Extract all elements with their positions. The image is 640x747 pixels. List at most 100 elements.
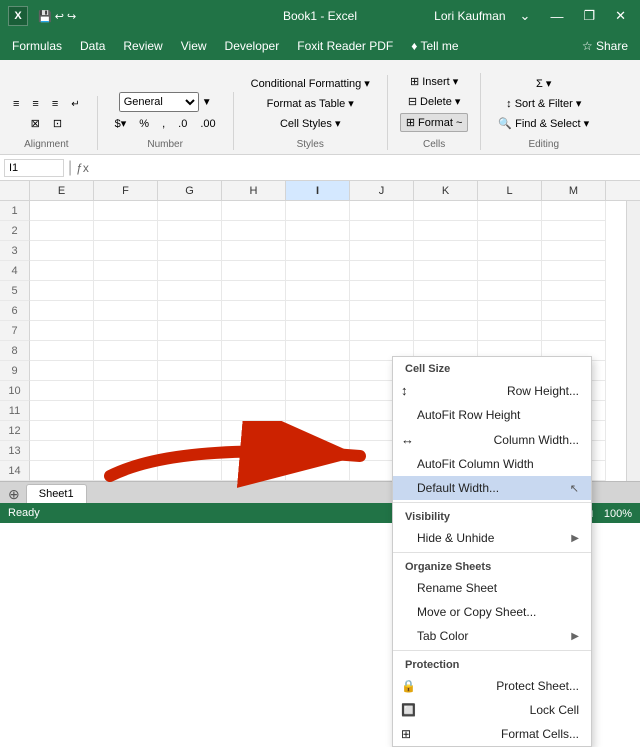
grid-cell[interactable] [94, 281, 158, 301]
formula-input[interactable] [93, 161, 636, 175]
col-header-e[interactable]: E [30, 181, 94, 200]
grid-cell[interactable] [94, 321, 158, 341]
grid-cell[interactable] [542, 281, 606, 301]
grid-cell[interactable] [542, 321, 606, 341]
grid-cell[interactable] [158, 421, 222, 441]
grid-cell[interactable] [478, 201, 542, 221]
grid-cell[interactable] [158, 461, 222, 481]
col-header-l[interactable]: L [478, 181, 542, 200]
menu-view[interactable]: View [173, 35, 215, 57]
col-header-h[interactable]: H [222, 181, 286, 200]
grid-cell[interactable] [94, 221, 158, 241]
grid-cell[interactable] [414, 261, 478, 281]
grid-cell[interactable] [158, 321, 222, 341]
col-header-j[interactable]: J [350, 181, 414, 200]
col-header-i[interactable]: I [286, 181, 350, 200]
grid-cell[interactable] [350, 261, 414, 281]
grid-cell[interactable] [30, 341, 94, 361]
indent-more-btn[interactable]: ⊡ [48, 115, 67, 132]
grid-cell[interactable] [94, 301, 158, 321]
minimize-btn[interactable]: — [544, 7, 569, 26]
grid-cell[interactable] [222, 441, 286, 461]
grid-cell[interactable] [350, 221, 414, 241]
align-left-btn[interactable]: ≡ [8, 96, 24, 112]
grid-cell[interactable] [94, 201, 158, 221]
grid-cell[interactable] [286, 261, 350, 281]
col-header-k[interactable]: K [414, 181, 478, 200]
grid-cell[interactable] [30, 461, 94, 481]
grid-cell[interactable] [542, 221, 606, 241]
cell-styles-btn[interactable]: Cell Styles ▾ [275, 115, 346, 132]
grid-cell[interactable] [30, 441, 94, 461]
sheet1-tab[interactable]: Sheet1 [26, 484, 87, 503]
ribbon-collapse-btn[interactable]: ⌄ [514, 6, 537, 26]
conditional-formatting-btn[interactable]: Conditional Formatting ▾ [246, 75, 375, 92]
grid-cell[interactable] [94, 341, 158, 361]
dec-dec-btn[interactable]: .00 [195, 116, 220, 132]
grid-cell[interactable] [222, 261, 286, 281]
format-cells-option[interactable]: ⊞ Format Cells... [393, 722, 591, 746]
format-as-table-btn[interactable]: Format as Table ▾ [262, 95, 359, 112]
menu-tell-me[interactable]: ♦ Tell me [403, 35, 466, 57]
sum-btn[interactable]: Σ ▾ [531, 75, 556, 92]
col-header-g[interactable]: G [158, 181, 222, 200]
currency-btn[interactable]: $▾ [110, 115, 132, 132]
grid-cell[interactable] [158, 241, 222, 261]
col-header-m[interactable]: M [542, 181, 606, 200]
grid-cell[interactable] [414, 241, 478, 261]
grid-cell[interactable] [158, 441, 222, 461]
grid-cell[interactable] [222, 461, 286, 481]
grid-cell[interactable] [286, 381, 350, 401]
grid-cell[interactable] [350, 321, 414, 341]
percent-btn[interactable]: % [134, 116, 154, 132]
grid-cell[interactable] [222, 241, 286, 261]
autofit-row-option[interactable]: AutoFit Row Height [393, 403, 591, 427]
grid-cell[interactable] [286, 221, 350, 241]
grid-cell[interactable] [414, 301, 478, 321]
insert-btn[interactable]: ⊞ Insert ▾ [405, 73, 463, 90]
grid-cell[interactable] [30, 421, 94, 441]
grid-cell[interactable] [94, 421, 158, 441]
protect-sheet-option[interactable]: 🔒 Protect Sheet... [393, 674, 591, 698]
grid-cell[interactable] [158, 381, 222, 401]
grid-cell[interactable] [94, 361, 158, 381]
row-height-option[interactable]: ↕ Row Height... [393, 378, 591, 403]
grid-cell[interactable] [158, 281, 222, 301]
add-sheet-btn[interactable]: ⊕ [8, 486, 20, 503]
grid-cell[interactable] [30, 201, 94, 221]
grid-cell[interactable] [222, 401, 286, 421]
grid-cell[interactable] [94, 241, 158, 261]
rename-sheet-option[interactable]: Rename Sheet [393, 576, 591, 600]
grid-cell[interactable] [350, 201, 414, 221]
grid-cell[interactable] [286, 281, 350, 301]
grid-cell[interactable] [94, 401, 158, 421]
indent-less-btn[interactable]: ⊠ [26, 115, 45, 132]
grid-cell[interactable] [222, 321, 286, 341]
sort-filter-btn[interactable]: ↕ Sort & Filter ▾ [501, 95, 586, 112]
grid-cell[interactable] [30, 261, 94, 281]
grid-cell[interactable] [286, 361, 350, 381]
format-btn[interactable]: ⊞ Format ~ [400, 113, 469, 132]
hide-unhide-option[interactable]: Hide & Unhide ▶ [393, 526, 591, 550]
number-format-arrow[interactable]: ▼ [202, 97, 212, 108]
grid-cell[interactable] [30, 321, 94, 341]
move-copy-option[interactable]: Move or Copy Sheet... [393, 600, 591, 624]
grid-cell[interactable] [286, 401, 350, 421]
grid-cell[interactable] [30, 281, 94, 301]
grid-cell[interactable] [158, 201, 222, 221]
name-box[interactable] [4, 159, 64, 177]
tab-color-option[interactable]: Tab Color ▶ [393, 624, 591, 648]
grid-cell[interactable] [478, 321, 542, 341]
menu-data[interactable]: Data [72, 35, 113, 57]
grid-cell[interactable] [94, 261, 158, 281]
grid-cell[interactable] [478, 261, 542, 281]
grid-cell[interactable] [222, 301, 286, 321]
grid-cell[interactable] [222, 381, 286, 401]
menu-formulas[interactable]: Formulas [4, 35, 70, 57]
grid-cell[interactable] [222, 221, 286, 241]
grid-cell[interactable] [222, 281, 286, 301]
grid-cell[interactable] [286, 421, 350, 441]
grid-cell[interactable] [414, 221, 478, 241]
menu-share[interactable]: ☆ Share [574, 35, 636, 57]
grid-cell[interactable] [478, 281, 542, 301]
